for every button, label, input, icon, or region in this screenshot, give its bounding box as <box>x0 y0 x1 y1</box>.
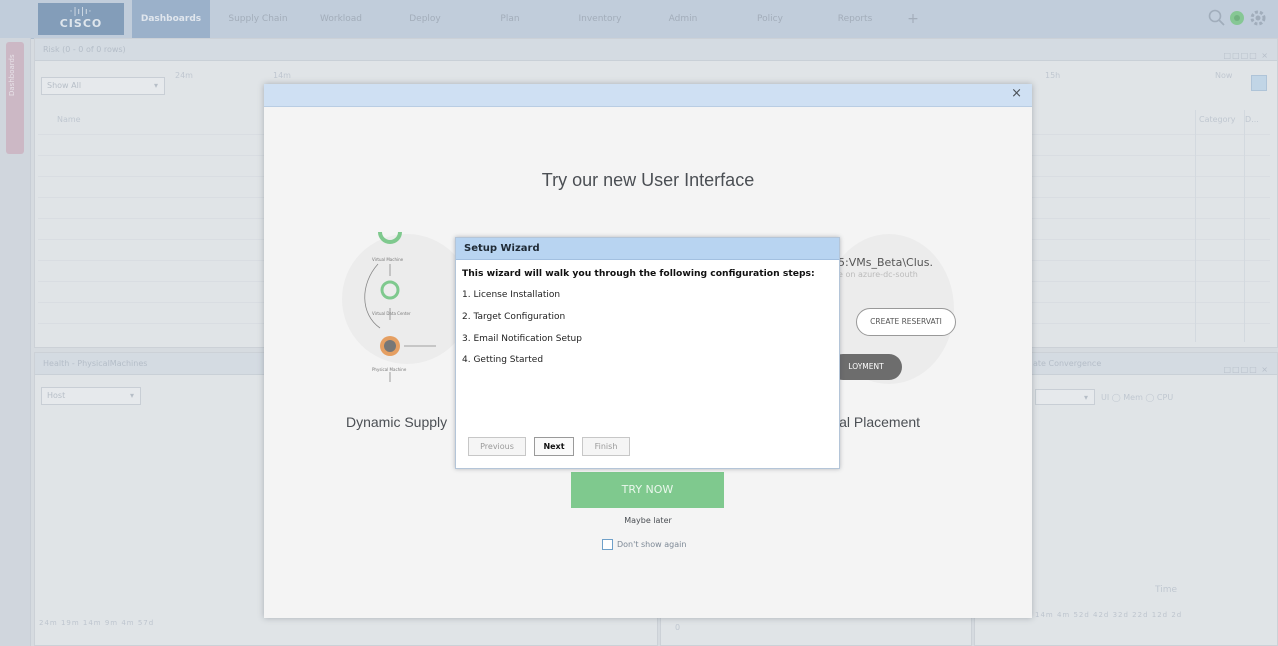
previous-button[interactable]: Previous <box>468 437 526 456</box>
modal-header: × <box>264 84 1032 107</box>
setup-wizard-dialog: Setup Wizard This wizard will walk you t… <box>455 237 840 469</box>
placement-sub: e on azure-dc-south <box>838 270 918 279</box>
deployment-button[interactable]: LOYMENT <box>830 354 902 380</box>
dont-show-label: Don't show again <box>617 540 687 549</box>
finish-button[interactable]: Finish <box>582 437 630 456</box>
diagram-label: Virtual Data Center <box>372 311 411 316</box>
caption-left: Dynamic Supply <box>346 414 448 430</box>
placement-path: 5:VMs_Beta\Clus. <box>838 256 933 269</box>
wizard-title: Setup Wizard <box>456 238 839 260</box>
caption-right: ial Placement <box>836 414 921 430</box>
diagram-label: Virtual Machine <box>372 257 404 262</box>
next-button[interactable]: Next <box>534 437 574 456</box>
dont-show-checkbox[interactable] <box>602 539 613 550</box>
wizard-step: 2. Target Configuration <box>462 312 566 322</box>
dont-show-again[interactable]: Don't show again <box>602 539 686 550</box>
close-icon[interactable]: × <box>1011 86 1022 101</box>
wizard-step: 3. Email Notification Setup <box>462 334 582 344</box>
modal-title: Try our new User Interface <box>541 170 755 190</box>
wizard-step: 1. License Installation <box>462 290 561 300</box>
wizard-intro: This wizard will walk you through the fo… <box>462 268 815 279</box>
supply-chain-diagram <box>364 231 436 382</box>
diagram-label: Physical Machine <box>372 367 407 372</box>
wizard-step: 4. Getting Started <box>462 355 544 365</box>
create-reservation-button[interactable]: CREATE RESERVATI <box>856 308 956 336</box>
try-now-button[interactable]: TRY NOW <box>571 472 724 508</box>
maybe-later-link[interactable]: Maybe later <box>264 516 1032 525</box>
